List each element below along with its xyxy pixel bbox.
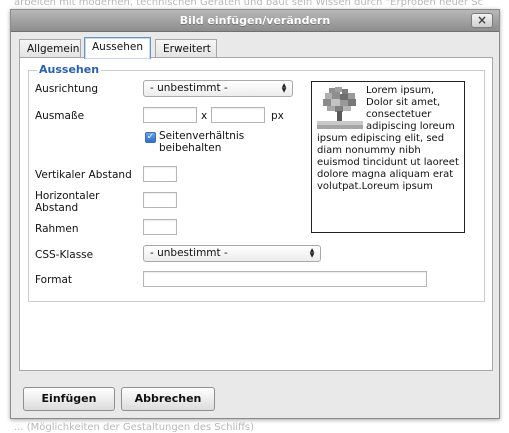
dialog-titlebar[interactable]: Bild einfügen/verändern × — [11, 10, 499, 32]
hspace-label-line1: Horizontaler — [35, 190, 100, 202]
style-input[interactable] — [143, 271, 427, 287]
select-arrows-icon: ▲ ▼ — [309, 247, 315, 259]
tab-aussehen[interactable]: Aussehen — [84, 37, 151, 59]
border-input[interactable] — [143, 219, 177, 235]
appearance-fieldset: Aussehen Ausrichtung - unbestimmt - ▲ ▼ A… — [28, 63, 485, 302]
hspace-label-line2: Abstand — [35, 202, 79, 214]
dimensions-unit: px — [271, 110, 284, 122]
height-input[interactable] — [211, 107, 265, 123]
dialog-title: Bild einfügen/verändern — [179, 14, 331, 27]
width-input[interactable] — [143, 107, 197, 123]
background-page-text-bottom: ... (Möglichkeiten der Gestaltungen des … — [14, 422, 255, 433]
cancel-button[interactable]: Abbrechen — [121, 387, 215, 411]
checkmark-icon: ✓ — [146, 132, 155, 142]
css-class-select[interactable]: - unbestimmt - ▲ ▼ — [143, 245, 321, 262]
select-arrows-icon: ▲ ▼ — [281, 82, 287, 94]
style-label: Format — [35, 274, 73, 286]
tab-panel-aussehen: Aussehen Ausrichtung - unbestimmt - ▲ ▼ A… — [19, 57, 493, 371]
tab-erweitert[interactable]: Erweitert — [155, 39, 217, 58]
insert-button[interactable]: Einfügen — [23, 387, 115, 411]
background-page-text: arbeiten mit modernen, technischen Gerät… — [14, 0, 484, 8]
close-icon: × — [476, 13, 488, 27]
alignment-select[interactable]: - unbestimmt - ▲ ▼ — [143, 80, 293, 97]
alignment-label: Ausrichtung — [35, 83, 99, 95]
css-class-select-value: - unbestimmt - — [150, 247, 228, 259]
css-class-label: CSS-Klasse — [35, 249, 94, 261]
keep-ratio-label-line2: beibehalten — [159, 142, 222, 154]
close-button[interactable]: × — [471, 13, 493, 28]
dimensions-separator: x — [201, 110, 208, 122]
fieldset-legend: Aussehen — [37, 63, 102, 76]
dimensions-label: Ausmaße — [35, 110, 85, 122]
border-label: Rahmen — [35, 223, 79, 235]
keep-ratio-checkbox[interactable]: ✓ — [145, 132, 156, 143]
image-dialog: Bild einfügen/verändern × Allgemein Auss… — [10, 9, 500, 419]
vspace-label: Vertikaler Abstand — [35, 169, 132, 181]
tree-thumbnail-icon — [317, 85, 363, 129]
keep-ratio-label-line1: Seitenverhältnis — [159, 130, 245, 142]
vspace-input[interactable] — [143, 166, 177, 182]
alignment-select-value: - unbestimmt - — [150, 82, 228, 94]
image-preview: Lorem ipsum, Dolor sit amet, consectetue… — [311, 81, 465, 233]
hspace-input[interactable] — [143, 192, 177, 208]
tab-allgemein[interactable]: Allgemein — [19, 39, 81, 58]
